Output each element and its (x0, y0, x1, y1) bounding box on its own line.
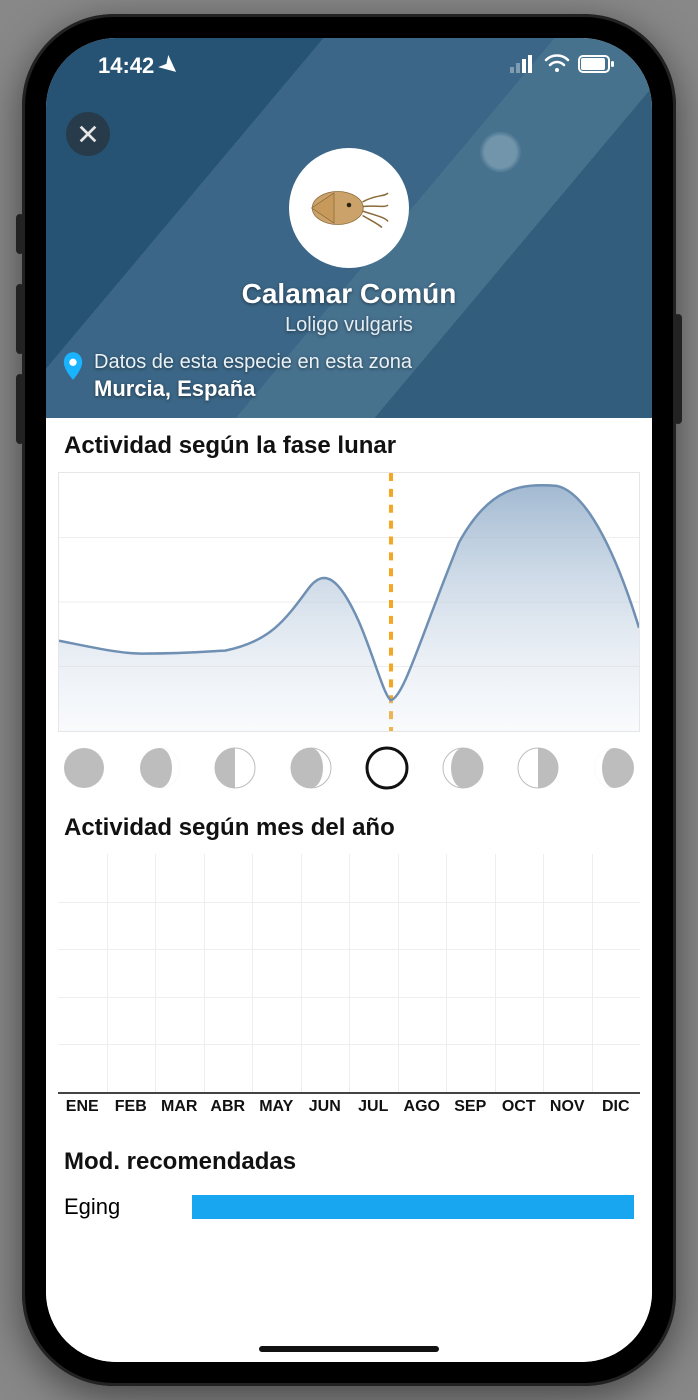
lunar-chart (58, 472, 640, 732)
month-label: AGO (398, 1094, 447, 1116)
screen: 14:42 ➤ (46, 38, 652, 1362)
location-name: Murcia, España (94, 375, 412, 403)
phone-frame: 14:42 ➤ (22, 14, 676, 1386)
month-label: DIC (592, 1094, 641, 1116)
mod-row[interactable]: Eging (46, 1184, 652, 1220)
species-hero: Calamar Común Loligo vulgaris Datos de e… (46, 38, 652, 418)
month-label: OCT (495, 1094, 544, 1116)
species-avatar (289, 148, 409, 268)
mod-bar (192, 1195, 634, 1219)
squid-icon (304, 178, 394, 238)
volume-up (16, 284, 24, 354)
mute-switch (16, 214, 24, 254)
lunar-area-svg (59, 473, 639, 731)
month-label: ABR (204, 1094, 253, 1116)
wifi-icon (544, 53, 570, 79)
lunar-title: Actividad según la fase lunar (46, 418, 652, 468)
month-label: NOV (543, 1094, 592, 1116)
mods-list: Eging (46, 1184, 652, 1220)
month-chart: ENEFEBMARABRMAYJUNJULAGOSEPOCTNOVDIC (58, 854, 640, 1116)
month-label: FEB (107, 1094, 156, 1116)
location-hint: Datos de esta especie en esta zona (94, 350, 412, 375)
power-button (674, 314, 682, 424)
species-name: Calamar Común (46, 278, 652, 310)
month-title: Actividad según mes del año (46, 800, 652, 850)
home-indicator[interactable] (259, 1346, 439, 1352)
month-label: SEP (446, 1094, 495, 1116)
battery-icon (578, 53, 614, 79)
moon-phase-waning-gibbous[interactable] (441, 746, 485, 790)
volume-down (16, 374, 24, 444)
location-row[interactable]: Datos de esta especie en esta zona Murci… (62, 350, 636, 403)
moon-phase-first-quarter[interactable] (213, 746, 257, 790)
status-time: 14:42 (98, 53, 154, 79)
close-button[interactable] (66, 112, 110, 156)
content[interactable]: Actividad según la fase lunar (46, 418, 652, 1362)
month-label: ENE (58, 1094, 107, 1116)
moon-phase-waxing-crescent[interactable] (138, 746, 182, 790)
moon-phase-waxing-gibbous[interactable] (289, 746, 333, 790)
month-label: JUN (301, 1094, 350, 1116)
location-services-icon: ➤ (154, 50, 185, 82)
mods-title: Mod. recomendadas (46, 1118, 652, 1184)
mod-name: Eging (64, 1194, 174, 1220)
month-label: MAY (252, 1094, 301, 1116)
moon-phase-full[interactable] (365, 746, 409, 790)
moon-phase-new[interactable] (62, 746, 106, 790)
pin-icon (62, 352, 84, 380)
cellular-icon (510, 53, 536, 79)
month-label: MAR (155, 1094, 204, 1116)
month-label: JUL (349, 1094, 398, 1116)
moon-phase-last-quarter[interactable] (516, 746, 560, 790)
close-icon (77, 123, 99, 145)
species-latin: Loligo vulgaris (46, 314, 652, 337)
status-bar: 14:42 ➤ (46, 38, 652, 94)
lunar-area (59, 485, 639, 731)
moon-phase-row (46, 738, 652, 800)
moon-phase-waning-crescent[interactable] (592, 746, 636, 790)
